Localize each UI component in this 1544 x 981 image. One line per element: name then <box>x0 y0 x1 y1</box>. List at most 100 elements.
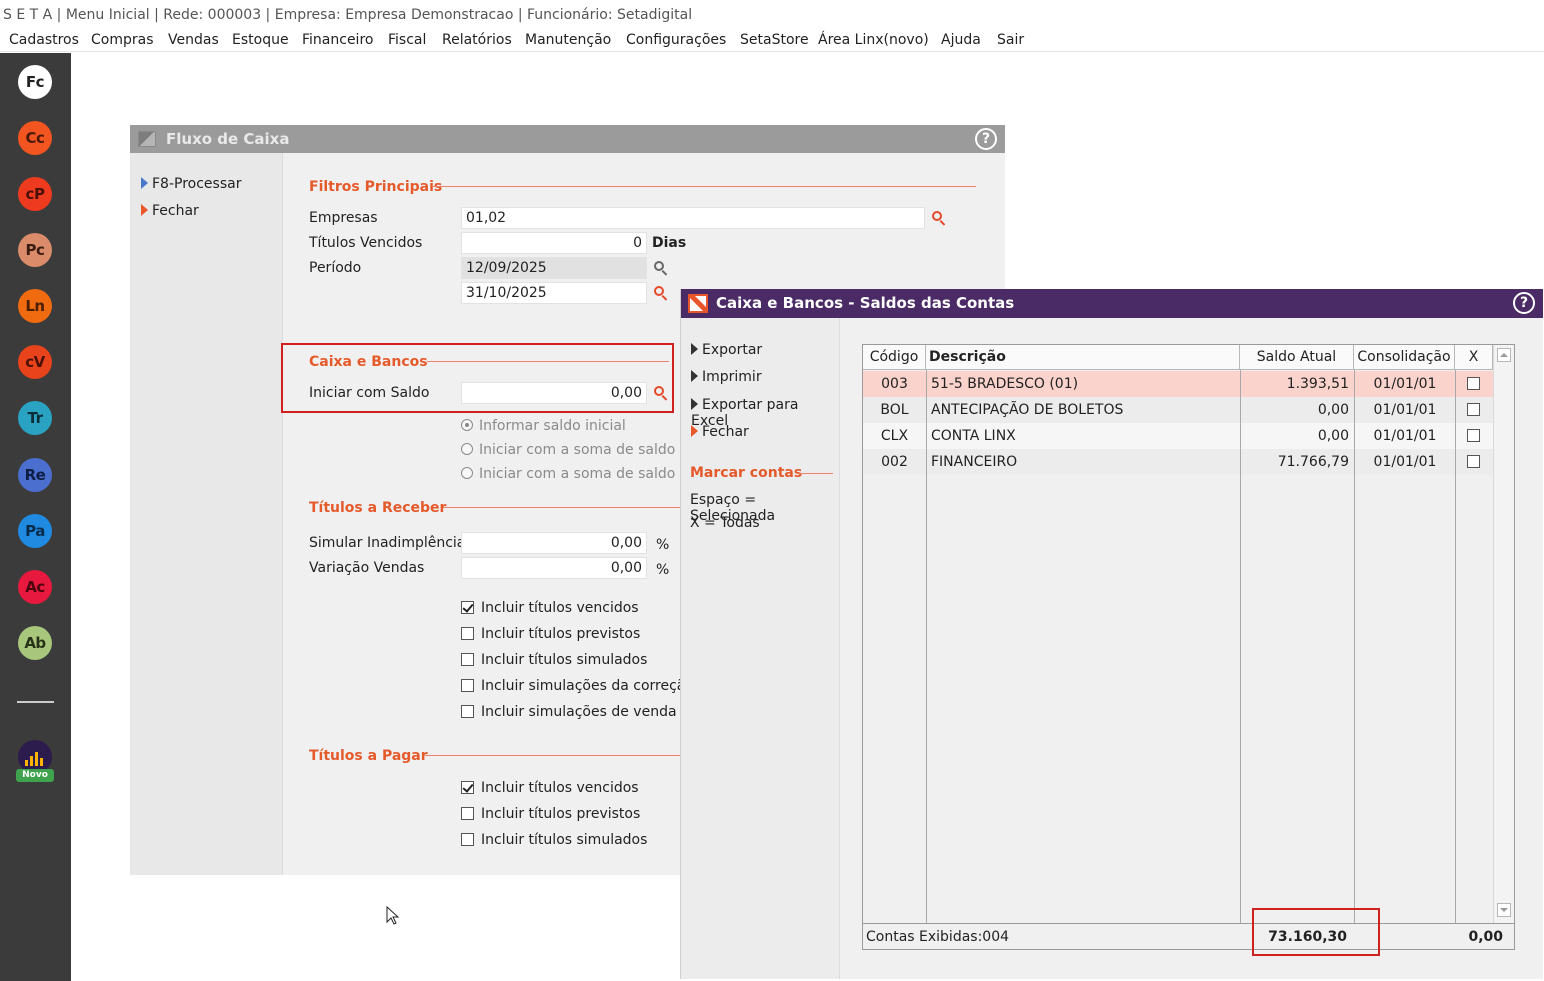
exportar-action[interactable]: Exportar <box>691 342 762 358</box>
checkbox-label: Incluir títulos simulados <box>481 652 648 668</box>
simular-inadimplencia-label: Simular Inadimplência <box>309 535 466 551</box>
checkbox-simulacoes-correcao[interactable] <box>461 679 474 692</box>
checkbox-simulacoes-venda[interactable] <box>461 705 474 718</box>
row-checkbox[interactable] <box>1467 403 1480 416</box>
cc-icon[interactable]: Cc <box>18 121 52 155</box>
titulos-pagar-heading: Títulos a Pagar <box>309 748 428 764</box>
scroll-up-icon[interactable] <box>1497 348 1511 362</box>
menu-manutencao[interactable]: Manutenção <box>525 32 611 48</box>
ln-icon[interactable]: Ln <box>18 289 52 323</box>
row-checkbox[interactable] <box>1467 377 1480 390</box>
empresas-field[interactable]: 01,02 <box>461 207 925 229</box>
search-icon[interactable] <box>653 260 669 276</box>
variacao-vendas-field[interactable]: 0,00 <box>461 557 647 579</box>
cell-consolidacao: 01/01/01 <box>1373 454 1437 470</box>
contas-table: Código Descrição Saldo Atual Consolidaçã… <box>862 344 1515 950</box>
column-header-codigo[interactable]: Código <box>863 345 926 370</box>
fechar-action[interactable]: Fechar <box>691 424 749 440</box>
menu-estoque[interactable]: Estoque <box>232 32 289 48</box>
checkbox-label: Incluir títulos vencidos <box>481 780 639 796</box>
caixa-actions-panel: Exportar Imprimir Exportar para Excel Fe… <box>681 318 839 979</box>
help-icon[interactable]: ? <box>1513 292 1535 314</box>
vertical-scrollbar[interactable] <box>1493 345 1514 923</box>
triangle-icon <box>691 370 698 382</box>
cell-descricao: FINANCEIRO <box>931 454 1018 470</box>
menu-cadastros[interactable]: Cadastros <box>9 32 79 48</box>
cp-icon[interactable]: cP <box>18 177 52 211</box>
cell-descricao: ANTECIPAÇÃO DE BOLETOS <box>931 402 1124 418</box>
fechar-label: Fechar <box>702 424 749 440</box>
pc-icon[interactable]: Pc <box>18 233 52 267</box>
ac-icon[interactable]: Ac <box>18 570 52 604</box>
total-x: 0,00 <box>1468 929 1503 945</box>
cell-saldo: 1.393,51 <box>1286 376 1349 392</box>
menu-relatorios[interactable]: Relatórios <box>442 32 512 48</box>
periodo-inicio-field[interactable]: 12/09/2025 <box>461 257 647 279</box>
simular-inadimplencia-field[interactable]: 0,00 <box>461 532 647 554</box>
menu-financeiro[interactable]: Financeiro <box>302 32 373 48</box>
radio-label: Informar saldo inicial <box>479 418 626 434</box>
re-icon[interactable]: Re <box>18 458 52 492</box>
menu-ajuda[interactable]: Ajuda <box>941 32 981 48</box>
cell-saldo: 0,00 <box>1317 428 1349 444</box>
radio-soma-saldo-2[interactable] <box>461 467 473 479</box>
scroll-down-icon[interactable] <box>1497 903 1511 917</box>
periodo-fim-field[interactable]: 31/10/2025 <box>461 282 647 304</box>
column-header-saldo-atual[interactable]: Saldo Atual <box>1240 345 1354 370</box>
marcar-instruction: X = Todas <box>690 515 760 531</box>
percent-label: % <box>656 537 670 553</box>
fechar-label: Fechar <box>152 203 199 219</box>
checkbox-receber-previstos[interactable] <box>461 627 474 640</box>
periodo-label: Período <box>309 260 362 276</box>
menu-compras[interactable]: Compras <box>91 32 154 48</box>
column-header-consolidacao[interactable]: Consolidação <box>1354 345 1455 370</box>
novo-analytics-button[interactable]: Novo <box>16 740 54 784</box>
percent-label: % <box>656 562 670 578</box>
checkbox-pagar-simulados[interactable] <box>461 833 474 846</box>
checkbox-label: Incluir títulos vencidos <box>481 600 639 616</box>
checkbox-label: Incluir simulações da correção <box>481 678 683 694</box>
sidebar: Fc Cc cP Pc Ln cV Tr Re Pa Ac Ab Novo <box>0 53 71 981</box>
search-icon[interactable] <box>653 285 669 301</box>
menu-fiscal[interactable]: Fiscal <box>388 32 426 48</box>
imprimir-action[interactable]: Imprimir <box>691 369 762 385</box>
triangle-icon <box>691 398 698 410</box>
checkbox-pagar-vencidos[interactable] <box>461 781 474 794</box>
menu-area-linx[interactable]: Área Linx(novo) <box>818 32 929 48</box>
caixa-bancos-window: Caixa e Bancos - Saldos das Contas ? Exp… <box>680 289 1543 979</box>
window-icon <box>138 131 156 147</box>
radio-informar-saldo[interactable] <box>461 419 473 431</box>
row-checkbox[interactable] <box>1467 455 1480 468</box>
cell-descricao: 51-5 BRADESCO (01) <box>931 376 1079 392</box>
radio-label: Iniciar com a soma de saldo de <box>479 466 683 482</box>
marcar-contas-heading: Marcar contas <box>690 465 803 481</box>
column-header-descricao[interactable]: Descrição <box>926 345 1240 370</box>
main-menu: Cadastros Compras Vendas Estoque Finance… <box>0 30 1544 52</box>
tr-icon[interactable]: Tr <box>18 401 52 435</box>
fc-icon[interactable]: Fc <box>18 65 52 99</box>
checkbox-pagar-previstos[interactable] <box>461 807 474 820</box>
cell-codigo: 002 <box>881 454 908 470</box>
bar-chart-bars <box>25 748 45 766</box>
exportar-label: Exportar <box>702 342 763 358</box>
checkbox-receber-simulados[interactable] <box>461 653 474 666</box>
f8-processar-action[interactable]: F8-Processar <box>141 176 241 192</box>
menu-setastore[interactable]: SetaStore <box>740 32 809 48</box>
ab-icon[interactable]: Ab <box>18 626 52 660</box>
cell-codigo: BOL <box>880 402 909 418</box>
search-icon[interactable] <box>931 210 947 226</box>
cell-consolidacao: 01/01/01 <box>1373 402 1437 418</box>
pa-icon[interactable]: Pa <box>18 514 52 548</box>
menu-configuracoes[interactable]: Configurações <box>626 32 726 48</box>
help-icon[interactable]: ? <box>975 128 997 150</box>
cv-icon[interactable]: cV <box>18 345 52 379</box>
fechar-action[interactable]: Fechar <box>141 203 199 219</box>
column-header-x[interactable]: X <box>1455 345 1493 370</box>
row-checkbox[interactable] <box>1467 429 1480 442</box>
radio-soma-saldo-1[interactable] <box>461 443 473 455</box>
menu-vendas[interactable]: Vendas <box>168 32 219 48</box>
triangle-icon <box>141 204 148 216</box>
checkbox-receber-vencidos[interactable] <box>461 601 474 614</box>
menu-sair[interactable]: Sair <box>997 32 1024 48</box>
titulos-vencidos-field[interactable]: 0 <box>461 232 647 254</box>
